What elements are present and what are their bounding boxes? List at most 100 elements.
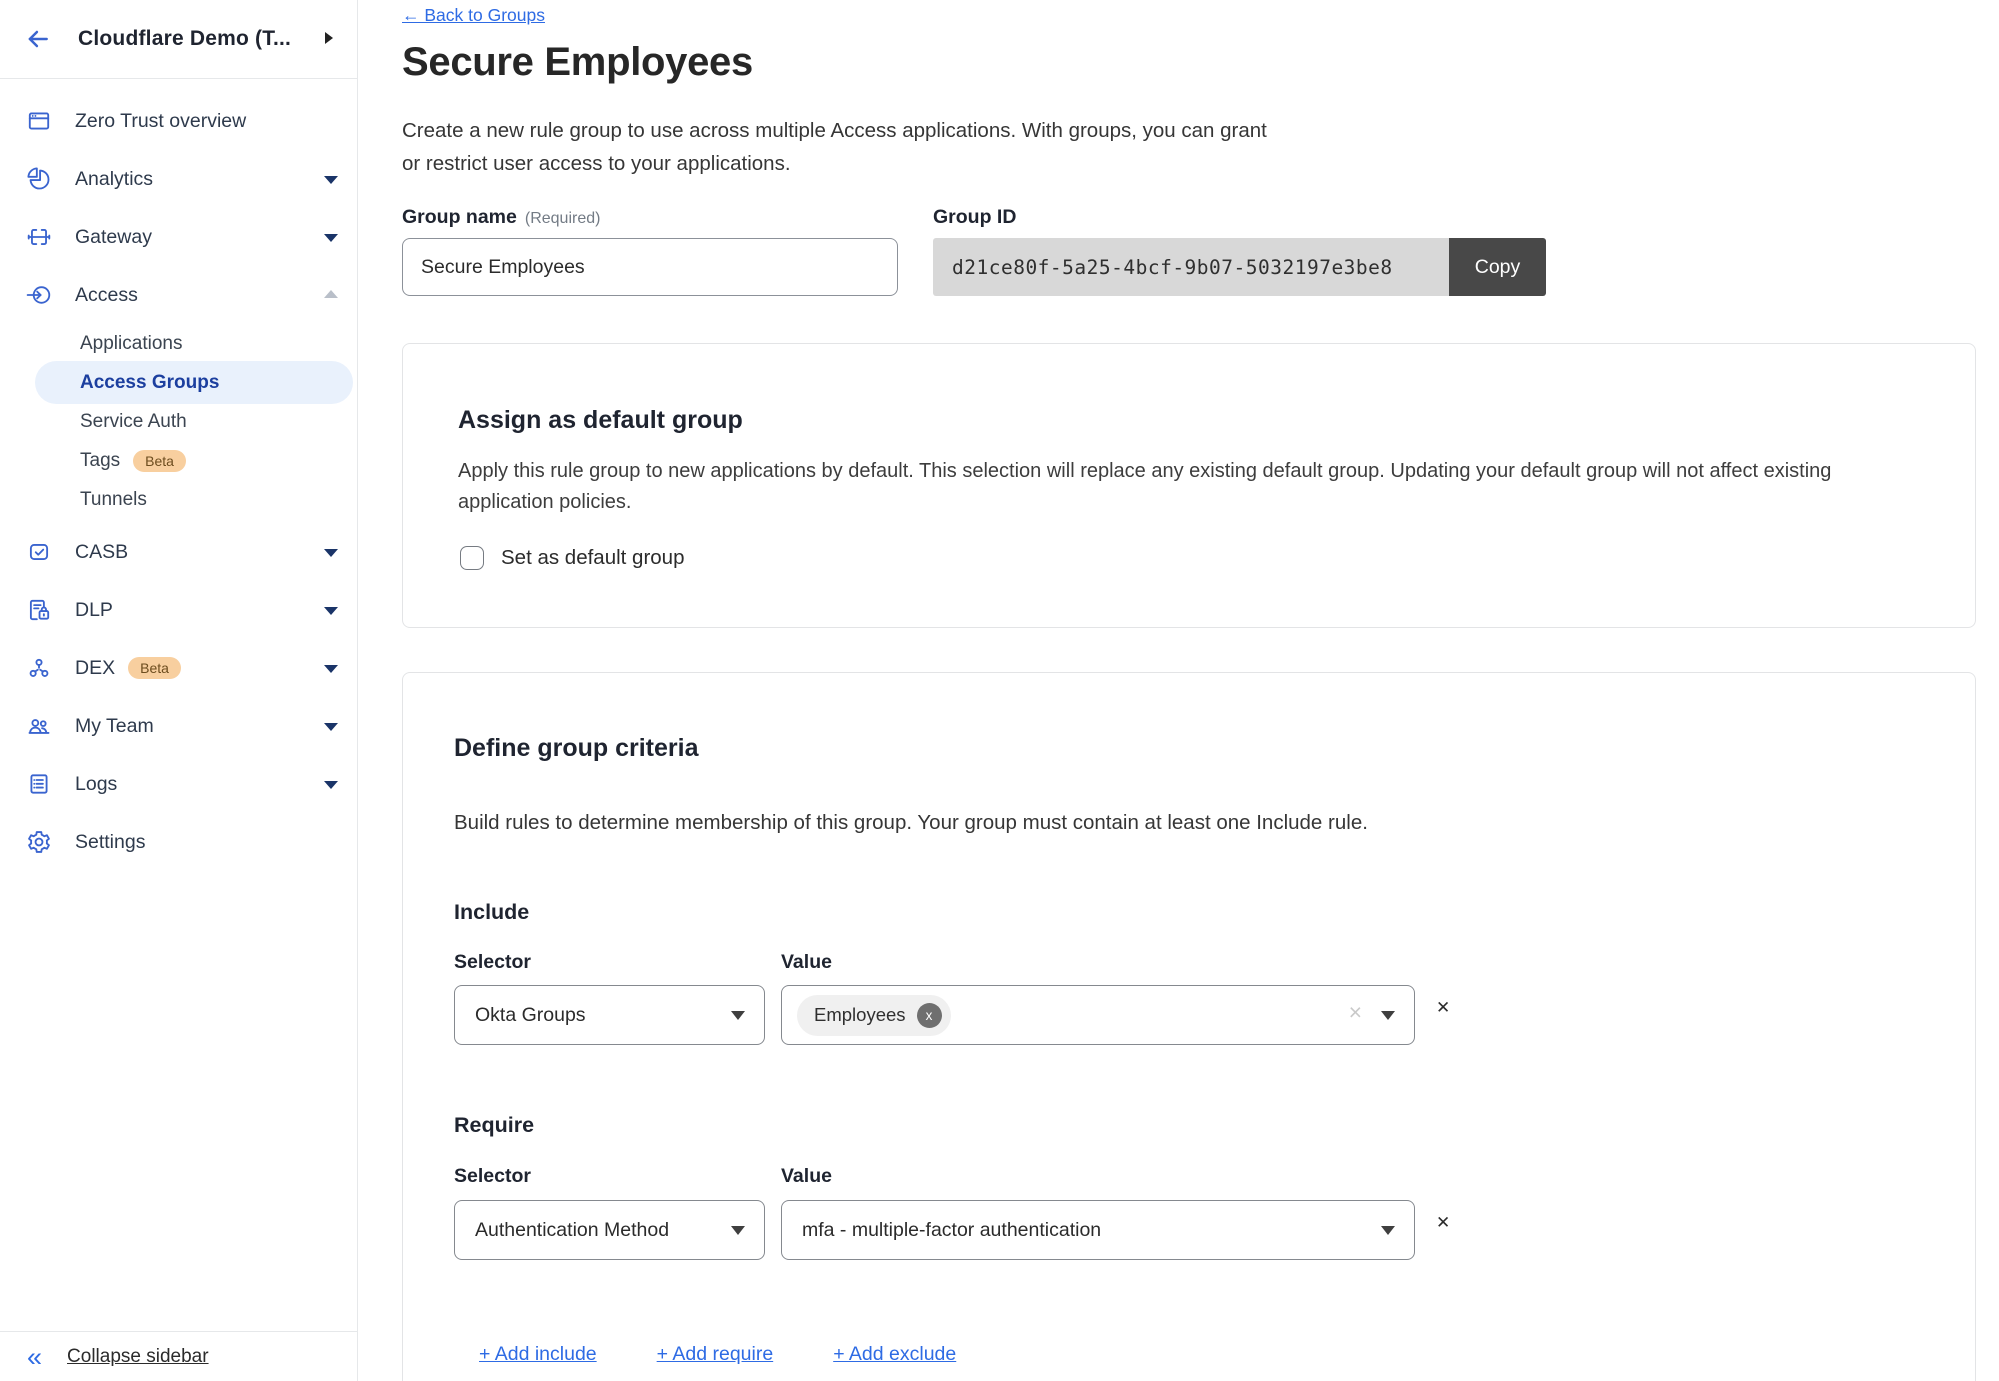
add-require-link[interactable]: + Add require (657, 1343, 774, 1366)
sub-item-label: Tunnels (80, 489, 147, 511)
page-description: Create a new rule group to use across mu… (402, 114, 1267, 180)
copy-button[interactable]: Copy (1449, 238, 1546, 296)
zero-trust-dashboard: Cloudflare Demo (T... Zero Trust overvie… (0, 0, 1999, 1381)
page-title: Secure Employees (402, 40, 753, 85)
clear-values-icon[interactable]: × (1349, 1001, 1362, 1024)
criteria-card-title: Define group criteria (454, 734, 699, 763)
set-default-label: Set as default group (501, 546, 685, 570)
collapse-sidebar-button[interactable]: Collapse sidebar (67, 1346, 209, 1368)
collapse-chevrons-icon[interactable]: « (27, 1347, 42, 1367)
sidebar-item-label: Settings (75, 831, 145, 854)
sidebar-item-service-auth[interactable]: Service Auth (0, 402, 357, 441)
set-default-checkbox[interactable] (460, 546, 484, 570)
sidebar-item-tags[interactable]: Tags Beta (0, 441, 357, 480)
sidebar-item-settings[interactable]: Settings (0, 813, 357, 871)
include-value-combobox[interactable]: Employees x × (781, 985, 1415, 1045)
chevron-down-icon (324, 665, 338, 673)
employees-chip: Employees x (797, 995, 951, 1036)
sidebar-item-label: Logs (75, 773, 117, 796)
sidebar-item-casb[interactable]: CASB (0, 523, 357, 581)
sidebar-header: Cloudflare Demo (T... (0, 0, 357, 79)
sidebar-item-label: CASB (75, 541, 128, 564)
sidebar-item-analytics[interactable]: Analytics (0, 150, 357, 208)
sidebar-item-dlp[interactable]: DLP (0, 581, 357, 639)
document-lock-icon (26, 597, 52, 623)
sidebar-item-gateway[interactable]: Gateway (0, 208, 357, 266)
require-selector-dropdown[interactable]: Authentication Method (454, 1200, 765, 1260)
remove-include-rule-icon[interactable]: ✕ (1436, 998, 1450, 1018)
sub-item-label: Tags (80, 450, 120, 472)
back-arrow-icon[interactable] (25, 26, 51, 52)
sidebar-item-label: Analytics (75, 168, 153, 191)
browser-window-icon (26, 108, 52, 134)
back-to-groups-link[interactable]: ← Back to Groups (402, 5, 545, 26)
require-heading: Require (454, 1113, 534, 1138)
sidebar-item-dex[interactable]: DEX Beta (0, 639, 357, 697)
page-description-line1: Create a new rule group to use across mu… (402, 114, 1267, 147)
beta-badge: Beta (133, 450, 186, 472)
pie-chart-icon (26, 166, 52, 192)
group-name-input[interactable] (402, 238, 898, 296)
sidebar-footer: « Collapse sidebar (0, 1331, 357, 1381)
network-nodes-icon (26, 655, 52, 681)
sidebar-item-logs[interactable]: Logs (0, 755, 357, 813)
required-hint: (Required) (525, 210, 601, 227)
group-name-label: Group name(Required) (402, 206, 600, 229)
chip-remove-icon[interactable]: x (917, 1003, 942, 1028)
group-id-label: Group ID (933, 206, 1016, 229)
include-value-label: Value (781, 951, 832, 974)
chevron-down-icon (1381, 1226, 1395, 1235)
require-value-dropdown[interactable]: mfa - multiple-factor authentication (781, 1200, 1415, 1260)
sub-item-label: Access Groups (80, 372, 219, 394)
default-card-body: Apply this rule group to new application… (458, 456, 1831, 517)
chevron-down-icon (324, 607, 338, 615)
chevron-down-icon (324, 176, 338, 184)
chevron-down-icon (324, 781, 338, 789)
sidebar: Cloudflare Demo (T... Zero Trust overvie… (0, 0, 358, 1381)
sidebar-item-label: Zero Trust overview (75, 110, 246, 133)
criteria-card-body: Build rules to determine membership of t… (454, 811, 1368, 835)
group-id-value: d21ce80f-5a25-4bcf-9b07-5032197e3be8 (933, 238, 1449, 296)
page-description-line2: or restrict user access to your applicat… (402, 147, 1267, 180)
sidebar-item-label: DLP (75, 599, 113, 622)
sidebar-item-applications[interactable]: Applications (0, 324, 357, 363)
chevron-down-icon (1381, 1011, 1395, 1020)
include-selector-label: Selector (454, 951, 531, 974)
people-icon (26, 713, 52, 739)
chevron-up-icon (324, 290, 338, 298)
sidebar-item-zero-trust-overview[interactable]: Zero Trust overview (0, 92, 357, 150)
sidebar-item-label: Access (75, 284, 138, 307)
sidebar-nav: Zero Trust overview Analytics Gateway (0, 92, 357, 871)
gateway-icon (26, 224, 52, 250)
account-name: Cloudflare Demo (T... (78, 27, 291, 51)
access-subnav: Applications Access Groups Service Auth … (0, 324, 357, 519)
chevron-down-icon (324, 723, 338, 731)
remove-require-rule-icon[interactable]: ✕ (1436, 1213, 1450, 1233)
chevron-down-icon (324, 549, 338, 557)
criteria-card: Define group criteria Build rules to det… (402, 672, 1976, 1381)
chevron-down-icon (731, 1011, 745, 1020)
sidebar-item-access-groups[interactable]: Access Groups (0, 363, 357, 402)
casb-check-icon (26, 539, 52, 565)
require-value-label: Value (781, 1165, 832, 1188)
default-checkbox-row: Set as default group (460, 546, 685, 570)
sidebar-item-tunnels[interactable]: Tunnels (0, 480, 357, 519)
sidebar-item-my-team[interactable]: My Team (0, 697, 357, 755)
default-card-title: Assign as default group (458, 406, 743, 435)
chevron-down-icon (324, 234, 338, 242)
add-rule-links: + Add include + Add require + Add exclud… (479, 1343, 1016, 1366)
require-selector-label: Selector (454, 1165, 531, 1188)
gear-icon (26, 829, 52, 855)
list-document-icon (26, 771, 52, 797)
include-heading: Include (454, 900, 529, 925)
sidebar-item-access[interactable]: Access (0, 266, 357, 324)
chevron-down-icon (731, 1226, 745, 1235)
default-group-card: Assign as default group Apply this rule … (402, 343, 1976, 628)
include-selector-dropdown[interactable]: Okta Groups (454, 985, 765, 1045)
add-exclude-link[interactable]: + Add exclude (833, 1343, 956, 1366)
add-include-link[interactable]: + Add include (479, 1343, 597, 1366)
login-arrow-icon (26, 282, 52, 308)
sidebar-item-label: DEX (75, 657, 115, 680)
account-expand-icon[interactable] (325, 32, 333, 44)
sub-item-label: Service Auth (80, 411, 187, 433)
